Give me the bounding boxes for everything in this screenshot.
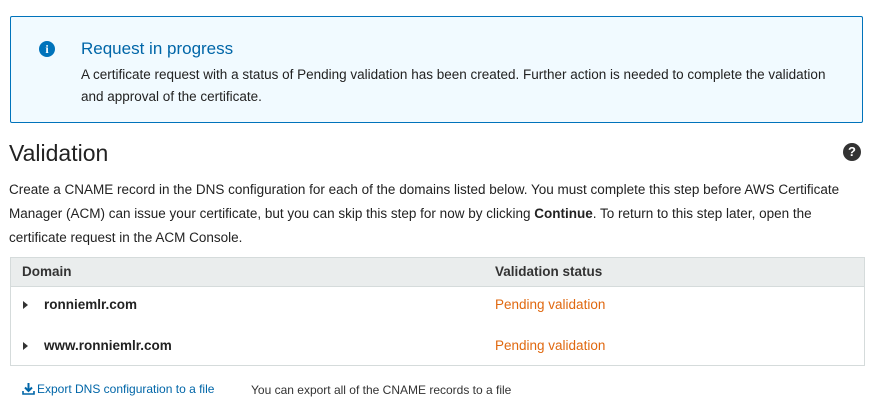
info-icon: i xyxy=(39,41,55,57)
domain-cell: www.ronniemlr.com xyxy=(44,338,172,353)
table-header: Domain Validation status xyxy=(11,258,864,287)
download-icon xyxy=(22,382,35,398)
alert-title: Request in progress xyxy=(81,39,234,58)
validation-title: Validation xyxy=(9,140,109,166)
status-cell: Pending validation xyxy=(495,297,606,312)
export-note: You can export all of the CNAME records … xyxy=(251,383,512,397)
question-circle-icon[interactable]: ? xyxy=(843,143,861,161)
table-row[interactable]: ronniemlr.com Pending validation xyxy=(11,290,864,320)
request-in-progress-alert: i Request in progress A certificate requ… xyxy=(10,16,863,123)
validation-table: Domain Validation status ronniemlr.com P… xyxy=(10,257,865,366)
alert-body: A certificate request with a status of P… xyxy=(81,67,826,104)
expand-caret-icon[interactable] xyxy=(23,342,28,350)
expand-caret-icon[interactable] xyxy=(23,301,28,309)
table-row[interactable]: www.ronniemlr.com Pending validation xyxy=(11,331,864,361)
export-dns-link[interactable]: Export DNS configuration to a file xyxy=(22,382,214,398)
column-header-domain: Domain xyxy=(22,264,72,279)
validation-description: Create a CNAME record in the DNS configu… xyxy=(9,178,869,250)
column-header-validation-status: Validation status xyxy=(495,264,603,279)
continue-emphasis: Continue xyxy=(534,206,593,221)
status-cell: Pending validation xyxy=(495,338,606,353)
domain-cell: ronniemlr.com xyxy=(44,297,138,312)
export-link-label[interactable]: Export DNS configuration to a file xyxy=(37,382,214,396)
